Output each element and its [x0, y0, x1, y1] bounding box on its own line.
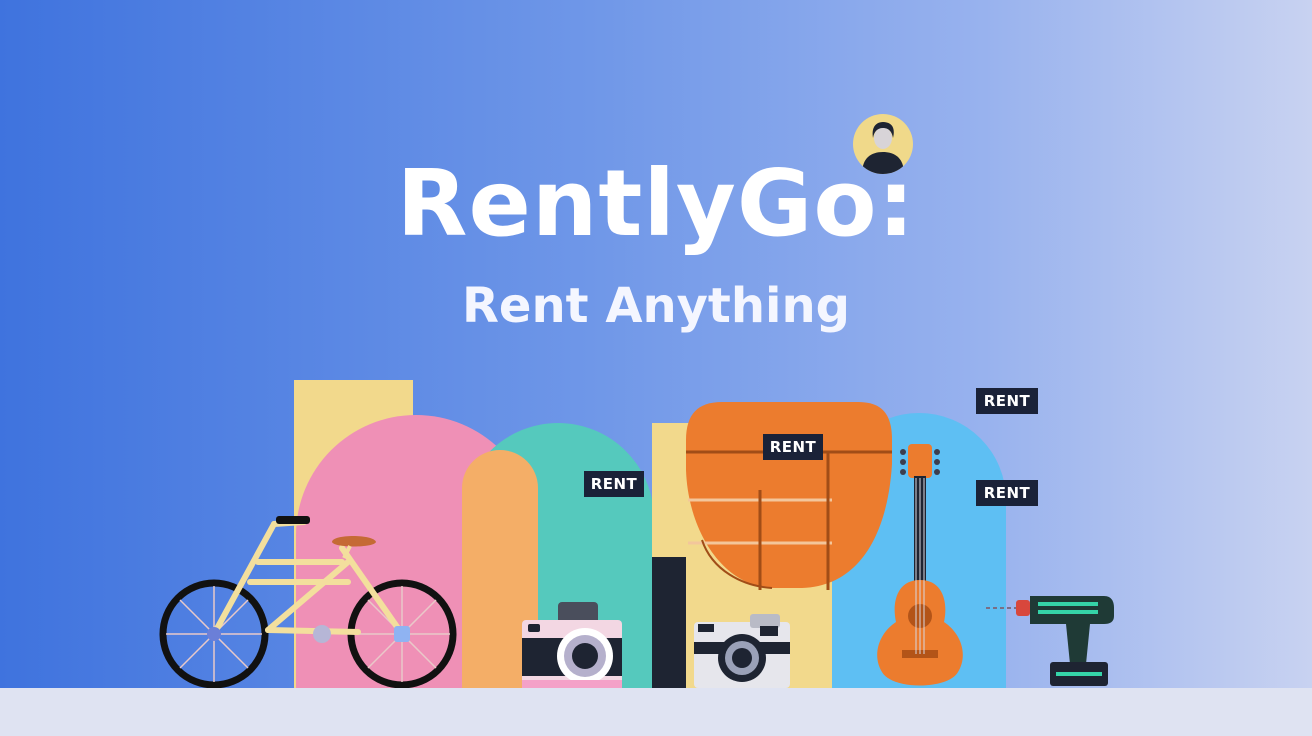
rent-tag-blue-top[interactable]: RENT	[976, 388, 1038, 414]
camera-icon	[522, 602, 622, 688]
drill-icon	[986, 596, 1114, 686]
rent-tag-teal[interactable]: RENT	[584, 471, 644, 497]
camera-icon	[694, 614, 790, 688]
bicycle-icon	[159, 516, 457, 689]
guitar-icon	[877, 444, 963, 686]
rent-tag-orange[interactable]: RENT	[763, 434, 823, 460]
page-subtitle: Rent Anything	[461, 278, 851, 334]
page-title: RentlyGo:	[396, 150, 916, 257]
ground-strip	[0, 688, 1312, 736]
dark-bar	[652, 557, 686, 688]
chair-icon	[686, 402, 892, 590]
hero-banner: RentlyGo: Rent Anything RENT RENT RENT R…	[0, 0, 1312, 736]
rent-tag-blue-mid[interactable]: RENT	[976, 480, 1038, 506]
